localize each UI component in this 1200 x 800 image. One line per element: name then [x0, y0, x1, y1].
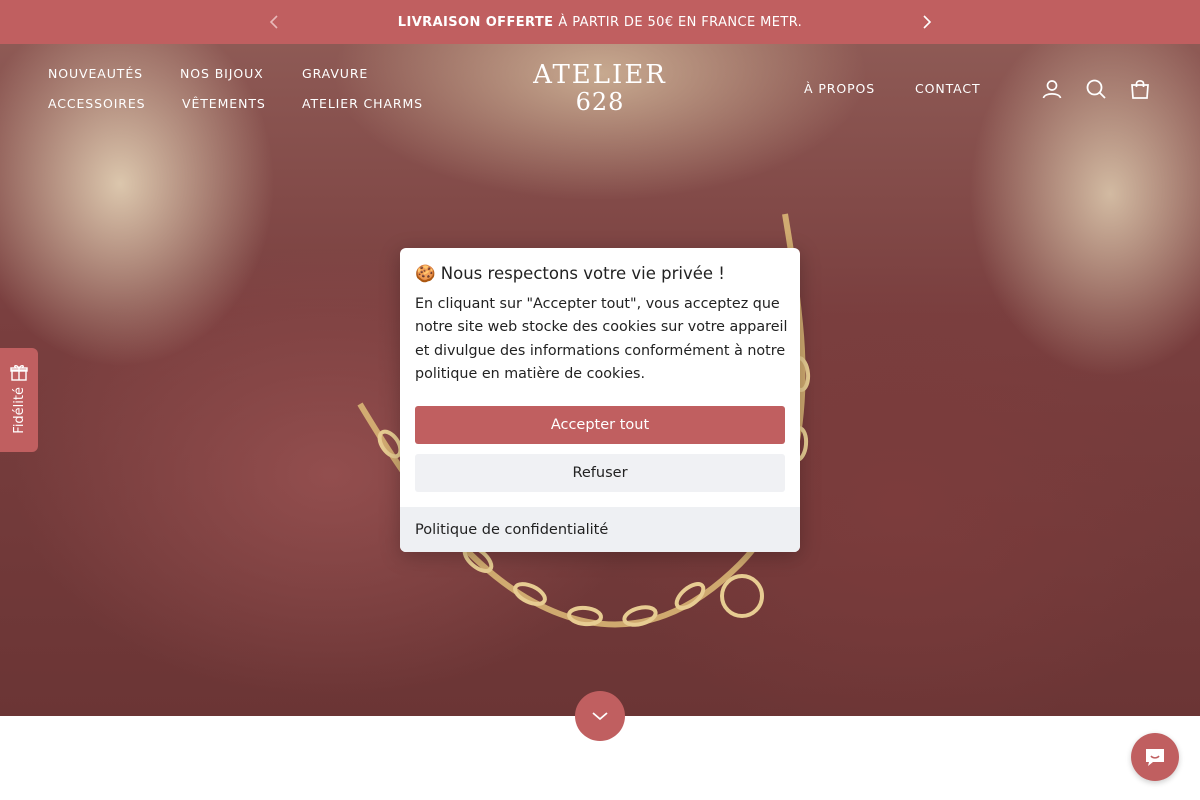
search-icon: [1086, 79, 1106, 99]
chevron-right-icon: [923, 15, 932, 29]
chat-button[interactable]: [1131, 733, 1179, 781]
cookie-footer: Politique de confidentialité: [400, 507, 800, 552]
cookie-title: 🍪 Nous respectons votre vie privée !: [415, 264, 725, 283]
logo-line1: ATELIER: [533, 60, 667, 90]
nav-gravure[interactable]: GRAVURE: [302, 66, 368, 81]
loyalty-tab[interactable]: Fidélité: [0, 348, 38, 452]
logo-line2: 628: [575, 88, 625, 116]
nav-nouveautes[interactable]: NOUVEAUTÉS: [48, 66, 143, 81]
scroll-down-button[interactable]: [575, 691, 625, 741]
loyalty-label: Fidélité: [11, 387, 27, 434]
cart-icon: [1131, 80, 1149, 99]
announcement-prev-button[interactable]: [264, 12, 284, 32]
search-button[interactable]: [1084, 77, 1108, 101]
privacy-policy-link[interactable]: Politique de confidentialité: [415, 522, 608, 538]
nav-nos-bijoux[interactable]: NOS BIJOUX: [180, 66, 264, 81]
chat-icon: [1146, 749, 1164, 766]
chevron-down-icon: [592, 712, 608, 721]
chevron-left-icon: [269, 15, 278, 29]
announcement-bold-text: LIVRAISON OFFERTE: [397, 14, 554, 30]
site-logo[interactable]: ATELIER 628: [530, 62, 670, 114]
cart-button[interactable]: [1128, 77, 1152, 101]
accept-all-button[interactable]: Accepter tout: [415, 406, 785, 444]
cookie-body-text: En cliquant sur "Accepter tout", vous ac…: [415, 296, 788, 383]
nav-accessoires[interactable]: ACCESSOIRES: [48, 96, 146, 111]
cookie-consent-dialog: 🍪 Nous respectons votre vie privée ! En …: [400, 248, 800, 552]
nav-contact[interactable]: CONTACT: [915, 81, 981, 96]
nav-atelier-charms[interactable]: ATELIER CHARMS: [302, 96, 423, 111]
announcement-next-button[interactable]: [917, 12, 937, 32]
account-button[interactable]: [1040, 77, 1064, 101]
announcement-bar: LIVRAISON OFFERTE À PARTIR DE 50€ EN FRA…: [0, 0, 1200, 44]
account-icon: [1042, 80, 1062, 99]
nav-a-propos[interactable]: À PROPOS: [804, 81, 875, 96]
gift-icon: [10, 365, 28, 381]
announcement-text: À PARTIR DE 50€ EN FRANCE METR.: [558, 14, 803, 30]
nav-vetements[interactable]: VÊTEMENTS: [182, 96, 266, 111]
refuse-button[interactable]: Refuser: [415, 454, 785, 492]
